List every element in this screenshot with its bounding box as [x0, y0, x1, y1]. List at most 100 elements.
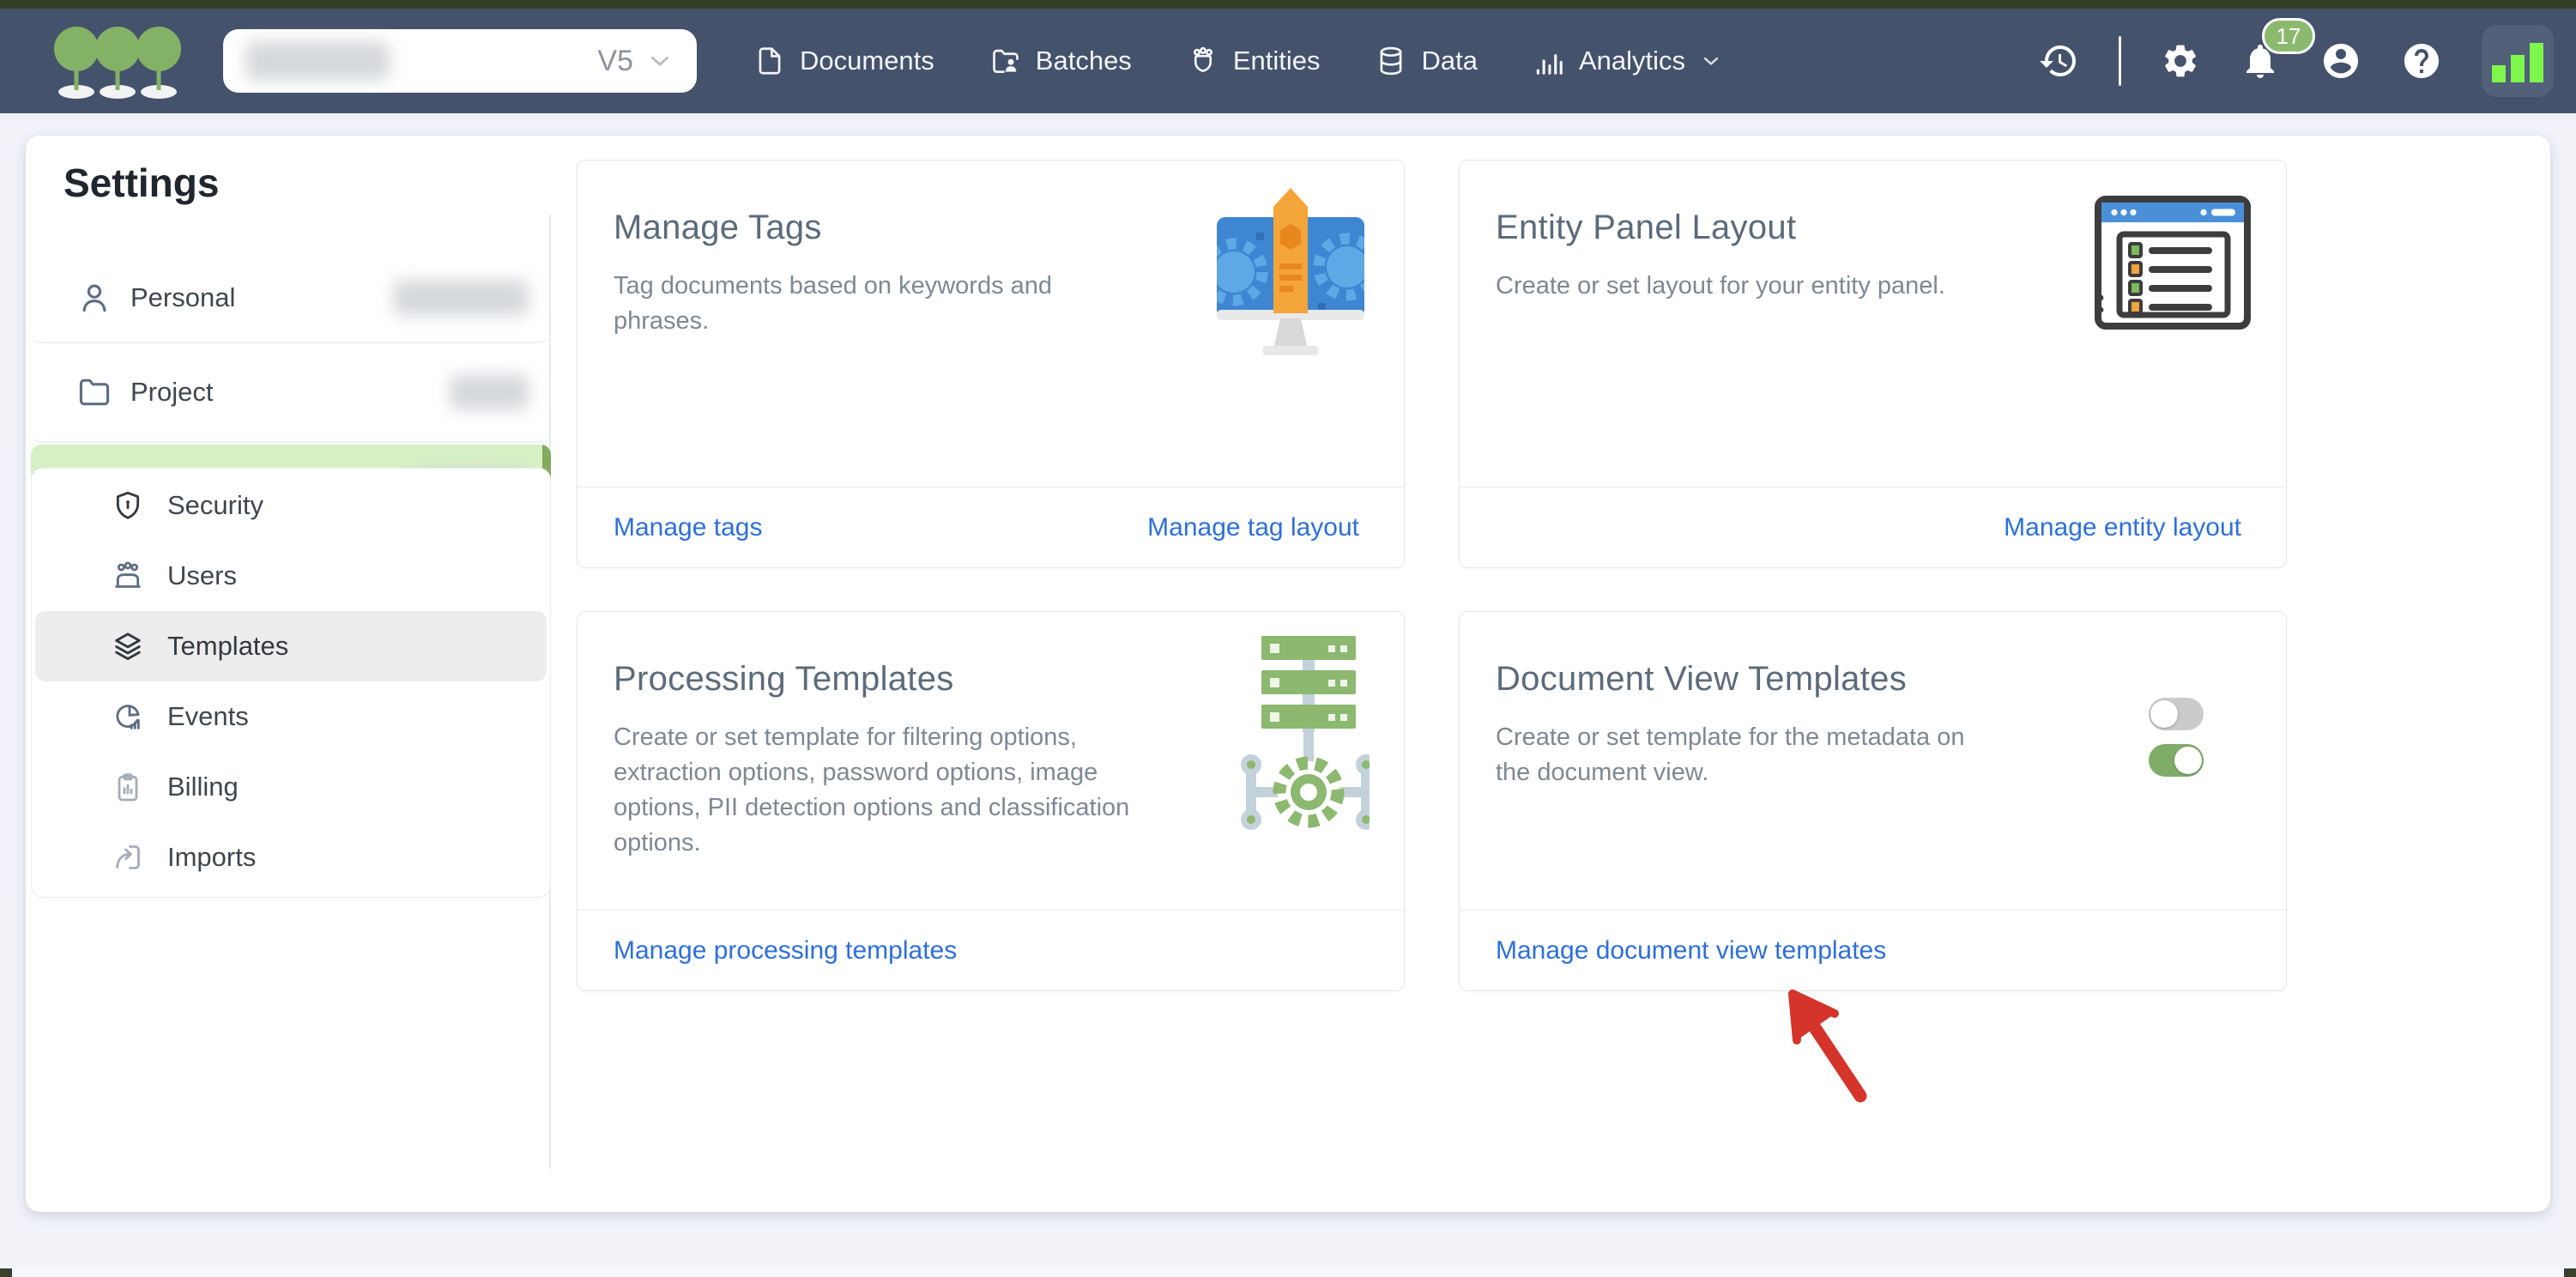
users-icon — [111, 559, 145, 593]
bottom-strip — [0, 1267, 2576, 1277]
card-title: Processing Templates — [614, 660, 954, 699]
sidebar-item-users[interactable]: Users — [35, 541, 547, 611]
navbar-divider — [2119, 36, 2121, 86]
nav-item-label: Batches — [1036, 45, 1132, 76]
entity-panel-illustration — [2094, 195, 2252, 348]
toggle-knob — [2174, 747, 2202, 774]
shield-icon — [111, 488, 145, 523]
card-entity-panel-layout: Entity Panel Layout Create or set layout… — [1459, 160, 2287, 568]
sidebar-item-label: Users — [167, 560, 237, 591]
sidebar-item-label: Security — [167, 490, 263, 521]
nav-item-label: Data — [1421, 45, 1477, 76]
extension-chart-button[interactable] — [2482, 25, 2554, 97]
toggle-off-switch[interactable] — [2149, 698, 2204, 730]
sidebar-item-label: Billing — [167, 772, 239, 802]
avatar-icon — [2320, 40, 2361, 82]
chart-bar — [2530, 43, 2543, 82]
notifications-button[interactable]: 17 — [2240, 40, 2281, 82]
nav-item-label: Analytics — [1579, 45, 1685, 76]
card-processing-templates: Processing Templates Create or set templ… — [577, 611, 1405, 991]
chart-bar — [2492, 65, 2506, 82]
card-description: Create or set layout for your entity pan… — [1496, 269, 1945, 304]
chevron-down-icon — [1699, 49, 1723, 73]
card-description: Create or set template for the metadata … — [1496, 720, 2002, 790]
version-label: V5 — [597, 45, 633, 78]
nav-item-entities[interactable]: Entities — [1187, 45, 1321, 77]
app-logo[interactable] — [53, 21, 182, 100]
redacted-personal-value — [393, 280, 529, 316]
card-footer: Manage entity layout — [1460, 487, 2286, 567]
history-button[interactable] — [2038, 40, 2079, 82]
monitor-gears-tag-illustration — [1212, 185, 1370, 360]
card-footer: Manage document view templates — [1460, 910, 2286, 990]
card-description: Create or set template for filtering opt… — [614, 720, 1163, 861]
card-description: Tag documents based on keywords and phra… — [614, 269, 1103, 339]
primary-navigation: Documents Batches Entities Data Analytic… — [753, 45, 1723, 77]
card-document-view-templates: Document View Templates Create or set te… — [1459, 611, 2287, 991]
help-icon — [2401, 40, 2442, 82]
sidebar-item-label: Templates — [167, 631, 288, 662]
sidebar-item-label: Personal — [130, 282, 235, 313]
nav-item-documents[interactable]: Documents — [753, 45, 934, 77]
tenant-submenu: Security Users Templates Events Billing … — [31, 468, 551, 898]
chart-bar — [2511, 55, 2525, 82]
sidebar-item-label: Imports — [167, 842, 256, 873]
redacted-project-value — [450, 374, 529, 410]
help-button[interactable] — [2401, 40, 2442, 82]
person-icon — [76, 279, 113, 317]
sidebar-item-templates[interactable]: Templates — [35, 611, 547, 681]
card-footer: Manage processing templates — [577, 910, 1404, 990]
sidebar-item-label: Events — [167, 701, 249, 732]
nav-item-data[interactable]: Data — [1375, 45, 1477, 77]
manage-document-view-templates-link[interactable]: Manage document view templates — [1496, 936, 1886, 965]
settings-button[interactable] — [2161, 41, 2200, 81]
batch-folder-icon — [989, 45, 1022, 77]
card-manage-tags: Manage Tags Tag documents based on keywo… — [577, 160, 1405, 568]
page-title: Settings — [63, 160, 219, 206]
sidebar-item-personal[interactable]: Personal — [31, 254, 551, 343]
toggle-on-switch[interactable] — [2149, 744, 2204, 777]
account-button[interactable] — [2320, 40, 2361, 82]
card-title: Entity Panel Layout — [1496, 209, 1796, 247]
entities-group-icon — [1187, 45, 1219, 77]
import-arrow-icon — [111, 840, 145, 875]
settings-page-panel: Settings Personal Project Tenant Securit… — [26, 136, 2550, 1212]
card-footer: Manage tags Manage tag layout — [577, 487, 1404, 567]
sidebar-item-label: Project — [130, 377, 213, 408]
window-corner — [0, 1268, 12, 1277]
manage-entity-layout-link[interactable]: Manage entity layout — [2004, 513, 2241, 542]
sidebar-item-security[interactable]: Security — [35, 470, 547, 541]
layers-icon — [111, 629, 145, 663]
nav-item-label: Documents — [800, 45, 934, 76]
pie-chart-icon — [111, 699, 145, 734]
gear-icon — [2161, 41, 2200, 81]
nav-item-label: Entities — [1233, 45, 1321, 76]
project-selector[interactable]: V5 — [223, 29, 697, 93]
nav-item-analytics[interactable]: Analytics — [1533, 45, 1723, 77]
notification-badge: 17 — [2262, 18, 2315, 54]
clipboard-icon — [111, 770, 145, 804]
manage-tag-layout-link[interactable]: Manage tag layout — [1147, 513, 1359, 542]
folder-icon — [76, 373, 113, 411]
manage-processing-templates-link[interactable]: Manage processing templates — [614, 936, 957, 965]
navbar-actions: 17 — [2038, 25, 2554, 97]
bar-chart-icon — [1533, 45, 1565, 77]
toggle-knob — [2150, 700, 2178, 728]
card-title: Document View Templates — [1496, 660, 1907, 699]
card-title: Manage Tags — [614, 209, 822, 247]
redacted-project-name — [245, 41, 390, 81]
database-icon — [1375, 45, 1407, 77]
document-icon — [753, 45, 786, 77]
nav-item-batches[interactable]: Batches — [989, 45, 1132, 77]
template-toggles — [2149, 698, 2204, 777]
sidebar-item-project[interactable]: Project — [31, 343, 551, 443]
chevron-down-icon[interactable] — [645, 46, 674, 76]
server-gear-illustration — [1212, 636, 1370, 842]
window-corner — [2564, 1268, 2576, 1277]
sidebar-item-imports[interactable]: Imports — [35, 822, 547, 893]
history-icon — [2038, 40, 2079, 82]
manage-tags-link[interactable]: Manage tags — [614, 513, 762, 542]
sidebar-item-events[interactable]: Events — [35, 681, 547, 752]
top-navbar: V5 Documents Batches Entities Data Analy… — [0, 9, 2576, 113]
sidebar-item-billing[interactable]: Billing — [35, 752, 547, 822]
